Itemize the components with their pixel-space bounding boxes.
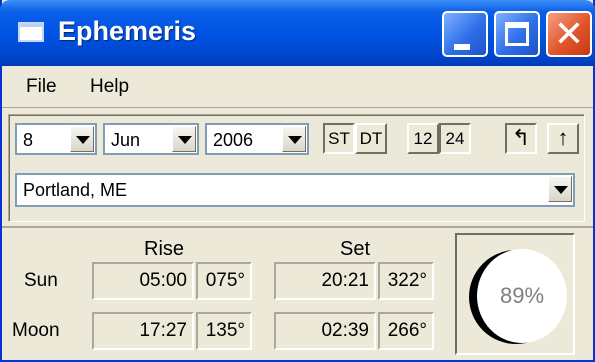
chevron-down-icon[interactable]	[548, 176, 572, 202]
maximize-icon	[505, 22, 529, 46]
minimize-button[interactable]	[442, 11, 488, 57]
app-window-icon	[18, 22, 44, 42]
moon-phase-display: 89%	[455, 233, 575, 355]
moon-rise-azimuth: 135°	[196, 312, 252, 350]
moon-set-azimuth: 266°	[378, 312, 434, 350]
ephemeris-data-panel: Rise Set Sun 05:00 075° 20:21 322° Moon …	[2, 226, 593, 362]
chevron-down-icon[interactable]	[70, 126, 94, 152]
rise-header: Rise	[144, 238, 185, 260]
ephemeris-window: Ephemeris ✕ File Help 8 Jun 2006 ST DT 1…	[0, 0, 595, 362]
window-title: Ephemeris	[58, 16, 197, 46]
menu-file[interactable]: File	[26, 76, 57, 98]
maximize-button[interactable]	[494, 11, 540, 57]
moon-rise-time: 17:27	[92, 312, 194, 350]
controls-panel: 8 Jun 2006 ST DT 12 24 ↰ ↑ Portland, ME	[8, 114, 585, 222]
location-value: Portland, ME	[23, 180, 128, 200]
day-select[interactable]: 8	[15, 123, 97, 155]
24-hour-button[interactable]: 24	[439, 123, 471, 154]
month-value: Jun	[111, 130, 141, 150]
year-value: 2006	[213, 130, 254, 150]
close-button[interactable]: ✕	[546, 11, 592, 57]
minimize-icon	[454, 44, 470, 50]
location-select[interactable]: Portland, ME	[15, 173, 575, 207]
sun-rise-time: 05:00	[92, 262, 194, 300]
day-value: 8	[23, 130, 34, 150]
year-select[interactable]: 2006	[205, 123, 309, 155]
turn-left-arrow-button[interactable]: ↰	[505, 123, 537, 154]
month-select[interactable]: Jun	[103, 123, 199, 155]
sun-rise-azimuth: 075°	[196, 262, 252, 300]
sun-set-time: 20:21	[274, 262, 376, 300]
standard-time-button[interactable]: ST	[323, 123, 355, 154]
chevron-down-icon[interactable]	[282, 126, 306, 152]
title-bar[interactable]: Ephemeris ✕	[0, 0, 595, 66]
12-hour-button[interactable]: 12	[407, 123, 439, 154]
sun-set-azimuth: 322°	[378, 262, 434, 300]
moon-illumination-percent: 89%	[499, 283, 545, 308]
chevron-down-icon[interactable]	[172, 126, 196, 152]
daylight-time-button[interactable]: DT	[355, 123, 387, 154]
sun-label: Sun	[24, 270, 58, 291]
set-header: Set	[340, 238, 371, 260]
up-arrow-button[interactable]: ↑	[547, 123, 579, 154]
menu-help[interactable]: Help	[90, 76, 129, 98]
moon-set-time: 02:39	[274, 312, 376, 350]
moon-label: Moon	[12, 320, 60, 341]
close-icon: ✕	[553, 13, 585, 54]
menu-bar: File Help	[2, 66, 593, 108]
